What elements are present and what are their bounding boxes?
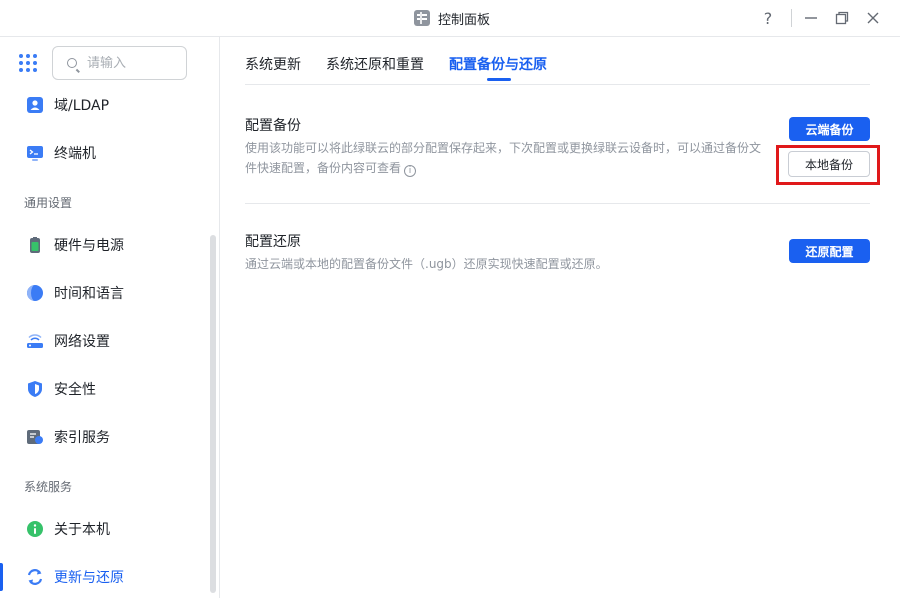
backup-section-description: 使用该功能可以将此绿联云的部分配置保存起来，下次配置或更换绿联云设备时，可以通过… <box>245 138 775 178</box>
domain-ldap-icon <box>26 96 44 114</box>
sidebar-item-index-service[interactable]: 索引服务 <box>0 417 205 457</box>
sidebar-item-label: 索引服务 <box>54 430 110 446</box>
highlight-box <box>776 145 880 185</box>
section-divider <box>245 203 870 204</box>
section-label-general: 通用设置 <box>24 196 73 210</box>
sidebar-item-label: 关于本机 <box>54 522 110 538</box>
window-controls-divider <box>791 9 792 27</box>
terminal-icon <box>26 144 44 162</box>
sidebar-item-security[interactable]: 安全性 <box>0 369 205 409</box>
window-title-group: 控制面板 <box>414 9 491 28</box>
index-service-icon <box>26 428 44 446</box>
hardware-power-icon <box>26 236 44 254</box>
app-grid-icon[interactable] <box>19 54 37 72</box>
search-input[interactable] <box>87 55 177 71</box>
minimize-icon[interactable] <box>798 6 824 30</box>
sidebar-item-about[interactable]: 关于本机 <box>0 509 205 549</box>
backup-section-title: 配置备份 <box>245 118 301 134</box>
tab-system-restore-reset[interactable]: 系统还原和重置 <box>326 54 424 74</box>
main-content: 系统更新 系统还原和重置 配置备份与还原 配置备份 使用该功能可以将此绿联云的部… <box>221 37 900 598</box>
restore-config-button[interactable]: 还原配置 <box>789 239 870 263</box>
restore-section-title: 配置还原 <box>245 234 301 250</box>
restore-icon[interactable] <box>829 6 855 30</box>
close-icon[interactable] <box>860 6 886 30</box>
sidebar-item-label: 网络设置 <box>54 334 110 350</box>
sidebar-item-network[interactable]: 网络设置 <box>0 321 205 361</box>
sidebar-item-label: 硬件与电源 <box>54 238 124 254</box>
search-box[interactable] <box>52 46 187 80</box>
sidebar-item-label: 更新与还原 <box>54 570 124 586</box>
time-language-icon <box>26 284 44 302</box>
restore-section-description: 通过云端或本地的配置备份文件（.ugb）还原实现快速配置或还原。 <box>245 257 608 271</box>
sidebar-item-hardware-power[interactable]: 硬件与电源 <box>0 225 205 265</box>
active-tab-indicator <box>487 78 511 81</box>
update-restore-icon <box>26 568 44 586</box>
search-icon <box>67 58 77 68</box>
about-info-icon <box>26 520 44 538</box>
sidebar-item-time-language[interactable]: 时间和语言 <box>0 273 205 313</box>
backup-description-line-1: 使用该功能可以将此绿联云的部分配置保存起来，下次配置或更换绿联云设备时，可以通过… <box>245 141 762 155</box>
tab-system-update[interactable]: 系统更新 <box>245 54 301 74</box>
help-icon[interactable]: ? <box>755 6 781 30</box>
window-controls: ? <box>755 6 886 30</box>
info-icon[interactable]: i <box>404 165 417 177</box>
sidebar-item-label: 时间和语言 <box>54 286 124 302</box>
sidebar-item-label: 终端机 <box>54 146 96 162</box>
section-label-system: 系统服务 <box>24 480 73 494</box>
sidebar-item-label: 安全性 <box>54 382 96 398</box>
backup-description-text: 件快速配置，备份内容可查看 <box>245 161 402 175</box>
control-panel-icon <box>414 10 430 26</box>
sidebar: 域/LDAP 终端机 通用设置 硬件与电源 时间和语言 网络设置 安全性 <box>0 37 220 598</box>
sidebar-item-update-restore[interactable]: 更新与还原 <box>0 557 205 597</box>
tab-bar: 系统更新 系统还原和重置 配置备份与还原 <box>245 37 870 85</box>
sidebar-scrollbar[interactable] <box>210 235 216 593</box>
network-icon <box>26 332 44 350</box>
backup-description-line-2: 件快速配置，备份内容可查看 i <box>245 158 775 178</box>
sidebar-item-terminal[interactable]: 终端机 <box>0 133 205 173</box>
sidebar-item-label: 域/LDAP <box>54 98 110 114</box>
window-title: 控制面板 <box>438 12 491 28</box>
security-shield-icon <box>26 380 44 398</box>
cloud-backup-button[interactable]: 云端备份 <box>789 117 870 141</box>
sidebar-item-domain-ldap[interactable]: 域/LDAP <box>0 85 205 125</box>
tab-config-backup-restore[interactable]: 配置备份与还原 <box>449 54 547 74</box>
title-bar: 控制面板 ? <box>0 0 900 37</box>
